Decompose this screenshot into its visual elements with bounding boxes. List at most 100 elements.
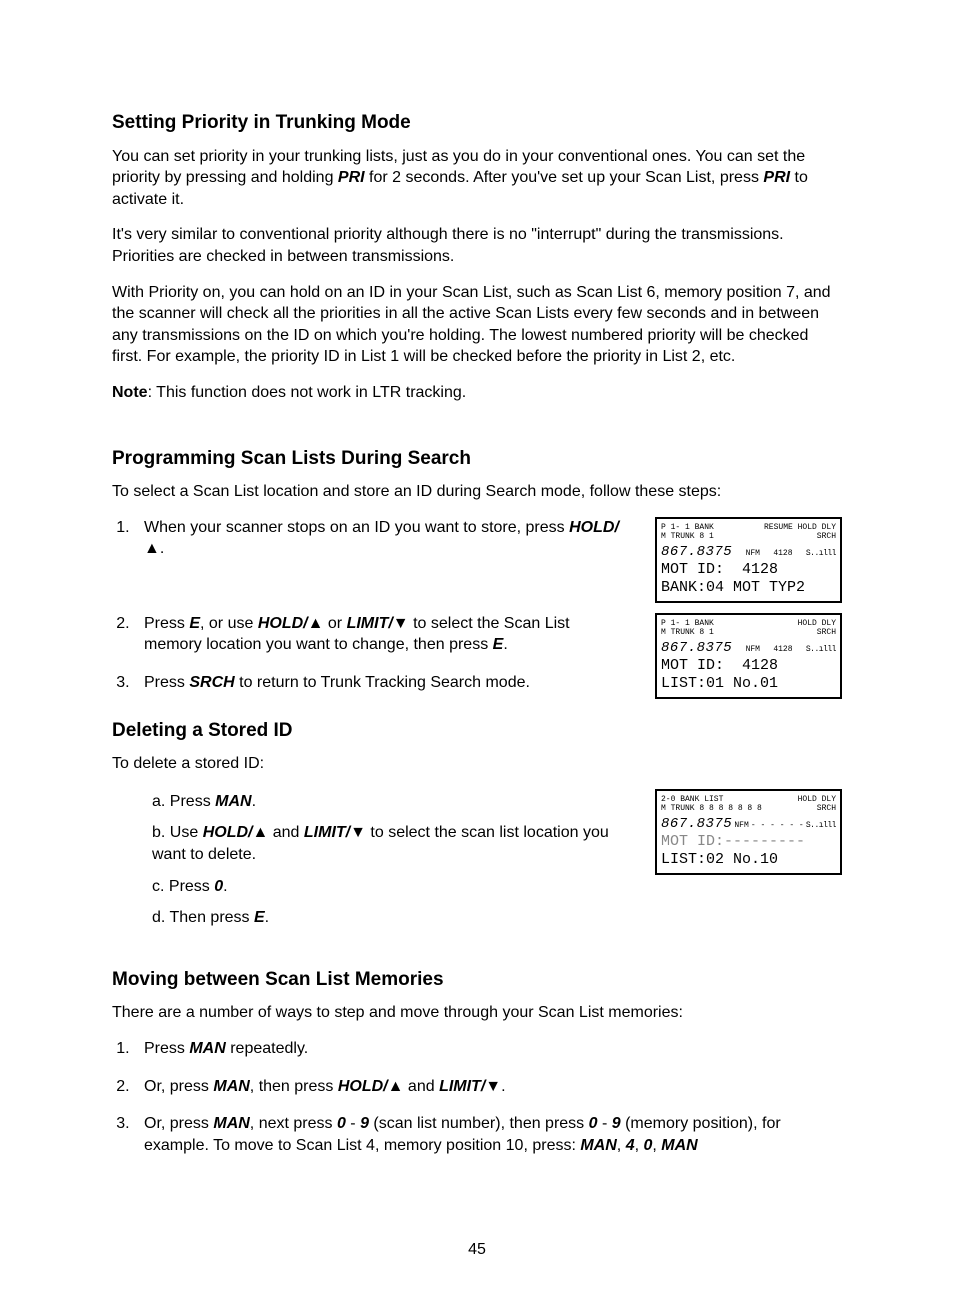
key-0: 0 — [589, 1115, 598, 1132]
page-number: 45 — [0, 1239, 954, 1261]
key-0: 0 — [214, 878, 223, 895]
step-row-1: When your scanner stops on an ID you wan… — [112, 517, 842, 603]
lcd-line: MOT ID: 4128 — [661, 561, 836, 579]
text: - — [598, 1115, 612, 1132]
moving-steps: Press MAN repeatedly. Or, press MAN, the… — [112, 1038, 842, 1156]
lcd-small-text: P 1- 1 BANK — [661, 619, 714, 629]
lcd-display-2: P 1- 1 BANK M TRUNK 8 1 HOLD DLY SRCH 86… — [655, 613, 842, 699]
key-0: 0 — [337, 1115, 346, 1132]
sub-step-d: d. Then press E. — [152, 907, 625, 929]
lcd-line: LIST:02 No.10 — [661, 851, 836, 869]
key-man: MAN — [213, 1078, 249, 1095]
lcd-frequency: 867.8375 — [661, 640, 732, 657]
lcd-small-text: M TRUNK 8 8 8 8 8 8 8 — [661, 804, 762, 814]
lcd-line: MOT ID:--------- — [661, 833, 836, 851]
sub-step-a: a. Press MAN. — [152, 791, 625, 813]
text: Or, press — [144, 1115, 213, 1132]
lcd-line: MOT ID: 4128 — [661, 657, 836, 675]
lcd-frequency: 867.8375 — [661, 544, 732, 561]
sub-step-c: c. Press 0. — [152, 876, 625, 898]
note-paragraph: Note: This function does not work in LTR… — [112, 382, 842, 404]
lcd-small-text: HOLD DLY — [798, 619, 836, 629]
text: , — [617, 1137, 626, 1154]
step-row-2: Press E, or use HOLD/▲ or LIMIT/▼ to sel… — [112, 613, 842, 714]
key-e: E — [493, 636, 504, 653]
up-triangle-icon: ▲ — [388, 1078, 404, 1095]
text: Press — [144, 615, 189, 632]
text: Press — [144, 674, 189, 691]
document-page: Setting Priority in Trunking Mode You ca… — [0, 0, 954, 1297]
key-srch: SRCH — [189, 674, 234, 691]
step-1: When your scanner stops on an ID you wan… — [134, 517, 625, 560]
key-man: MAN — [215, 793, 251, 810]
up-triangle-icon: ▲ — [308, 615, 324, 632]
text: repeatedly. — [226, 1040, 308, 1057]
paragraph: To delete a stored ID: — [112, 753, 842, 775]
lcd-small-text: 2-0 BANK LIST — [661, 795, 762, 805]
text: . — [160, 540, 164, 557]
lcd-number: 4128 — [773, 645, 792, 655]
text: . — [265, 909, 269, 926]
text: d. Then press — [152, 909, 254, 926]
lcd-mode: NFM — [746, 549, 760, 559]
paragraph: You can set priority in your trunking li… — [112, 146, 842, 211]
key-9: 9 — [360, 1115, 369, 1132]
key-e: E — [189, 615, 200, 632]
heading-programming-scan-lists: Programming Scan Lists During Search — [112, 446, 842, 472]
text: , or use — [200, 615, 258, 632]
key-man: MAN — [213, 1115, 249, 1132]
paragraph: With Priority on, you can hold on an ID … — [112, 282, 842, 368]
lcd-number: - - - - - - — [751, 821, 804, 831]
text: c. Press — [152, 878, 214, 895]
lcd-frequency: 867.8375 — [661, 816, 732, 833]
key-hold: HOLD/ — [258, 615, 308, 632]
key-limit: LIMIT/ — [304, 824, 350, 841]
key-man: MAN — [189, 1040, 225, 1057]
note-text: : This function does not work in LTR tra… — [148, 384, 467, 401]
text: for 2 seconds. After you've set up your … — [365, 169, 764, 186]
paragraph: To select a Scan List location and store… — [112, 481, 842, 503]
key-hold: HOLD/ — [338, 1078, 388, 1095]
text: . — [252, 793, 256, 810]
heading-deleting-stored-id: Deleting a Stored ID — [112, 718, 842, 744]
paragraph: There are a number of ways to step and m… — [112, 1002, 842, 1024]
lcd-number: 4128 — [773, 549, 792, 559]
down-triangle-icon: ▼ — [350, 824, 366, 841]
move-step-1: Press MAN repeatedly. — [134, 1038, 842, 1060]
sub-step-b: b. Use HOLD/▲ and LIMIT/▼ to select the … — [152, 822, 625, 865]
text: When your scanner stops on an ID you wan… — [144, 519, 569, 536]
lcd-small-text: RESUME HOLD DLY — [764, 523, 836, 533]
paragraph: It's very similar to conventional priori… — [112, 224, 842, 267]
step-2: Press E, or use HOLD/▲ or LIMIT/▼ to sel… — [134, 613, 625, 656]
text: . — [503, 636, 507, 653]
key-e: E — [254, 909, 265, 926]
text: and — [403, 1078, 439, 1095]
key-9: 9 — [612, 1115, 621, 1132]
text: b. Use — [152, 824, 203, 841]
text: - — [346, 1115, 360, 1132]
move-step-2: Or, press MAN, then press HOLD/▲ and LIM… — [134, 1076, 842, 1098]
key-pri: PRI — [338, 169, 365, 186]
key-limit: LIMIT/ — [439, 1078, 485, 1095]
lcd-display-3: 2-0 BANK LIST M TRUNK 8 8 8 8 8 8 8 HOLD… — [655, 789, 842, 875]
key-hold: HOLD/ — [569, 519, 619, 536]
down-triangle-icon: ▼ — [393, 615, 409, 632]
step-3: Press SRCH to return to Trunk Tracking S… — [134, 672, 625, 694]
key-man: MAN — [580, 1137, 616, 1154]
text: to return to Trunk Tracking Search mode. — [235, 674, 530, 691]
key-hold: HOLD/ — [203, 824, 253, 841]
signal-icon: S..ılll — [806, 821, 836, 831]
text: , — [652, 1137, 661, 1154]
signal-icon: S..ılll — [806, 645, 836, 655]
note-label: Note — [112, 384, 148, 401]
lcd-mode: NFM — [734, 821, 748, 831]
text: and — [268, 824, 304, 841]
text: (scan list number), then press — [369, 1115, 589, 1132]
move-step-3: Or, press MAN, next press 0 - 9 (scan li… — [134, 1113, 842, 1156]
text: Or, press — [144, 1078, 213, 1095]
lcd-small-text: P 1- 1 BANK — [661, 523, 714, 533]
text: , then press — [250, 1078, 338, 1095]
text: Press — [144, 1040, 189, 1057]
key-4: 4 — [626, 1137, 635, 1154]
lcd-small-text: SRCH — [817, 532, 836, 542]
